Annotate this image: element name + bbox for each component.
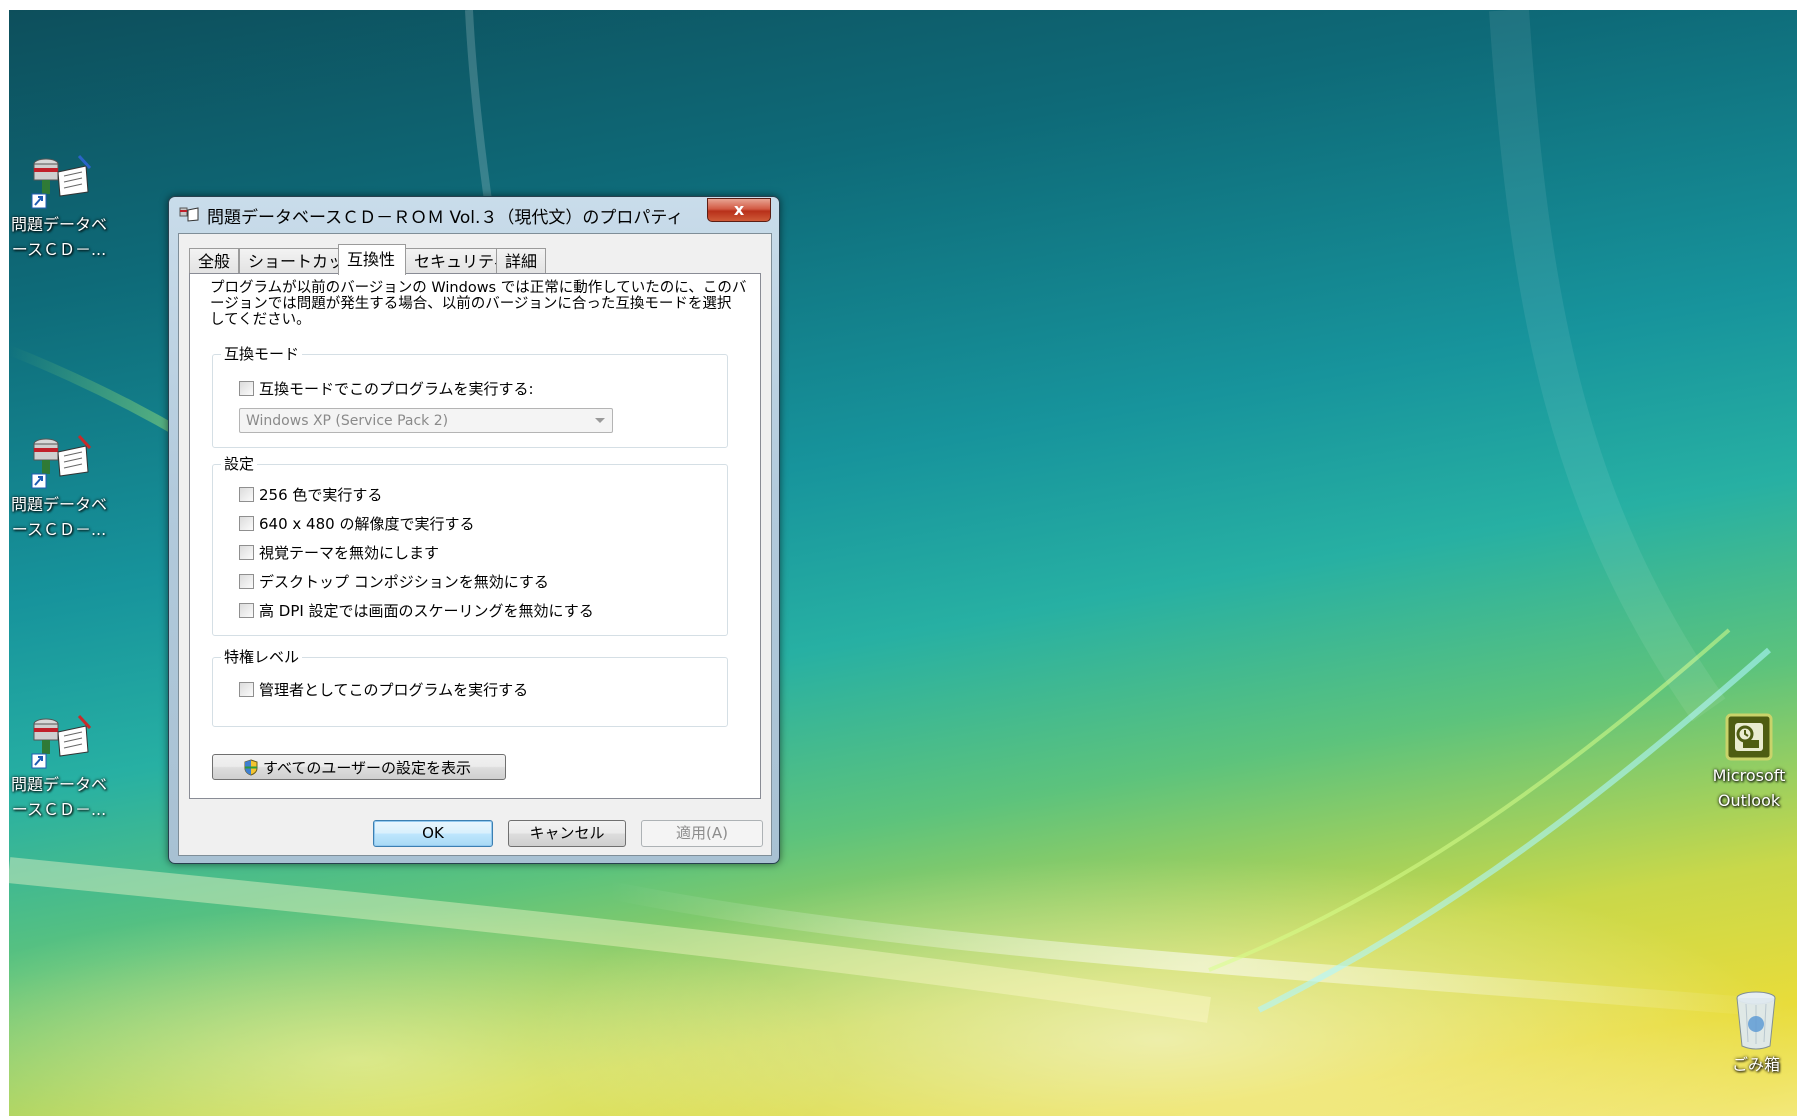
shield-icon: [244, 759, 258, 776]
recycle-bin-icon: [1736, 991, 1776, 1050]
setting-option-640x480[interactable]: 640 x 480 の解像度で実行する: [239, 514, 474, 534]
description-line-1: プログラムが以前のバージョンの Windows では正常に動作していたのに、この…: [210, 280, 747, 296]
setting-option-256-colors[interactable]: 256 色で実行する: [239, 485, 382, 505]
desktop-recycle-bin[interactable]: ごみ箱: [1711, 990, 1797, 1077]
desktop-shortcut-2[interactable]: 問題データベ ースＣＤ－...: [9, 430, 115, 542]
tab-details-label: 詳細: [505, 252, 538, 271]
desktop-shortcut-1[interactable]: 問題データベ ースＣＤ－...: [9, 150, 115, 262]
tab-compatibility[interactable]: 互換性: [338, 244, 406, 275]
cancel-button[interactable]: キャンセル: [508, 820, 626, 847]
compat-mode-option[interactable]: 互換モードでこのプログラムを実行する:: [239, 379, 534, 399]
setting-option-label: 高 DPI 設定では画面のスケーリングを無効にする: [259, 602, 594, 620]
setting-option-label: 256 色で実行する: [259, 486, 383, 504]
compat-mode-checkbox-label: 互換モードでこのプログラムを実行する:: [259, 380, 534, 398]
setting-option-label: 視覚テーマを無効にします: [259, 544, 440, 562]
database-app-icon: [31, 714, 92, 769]
checkbox[interactable]: [239, 487, 254, 502]
setting-option-label: デスクトップ コンポジションを無効にする: [259, 573, 549, 591]
apply-button[interactable]: 適用(A): [641, 820, 763, 847]
desktop: 問題データベ ースＣＤ－... 問題データベ ースＣＤ－... 問題データベ ー…: [9, 10, 1797, 1116]
setting-option-disable-composition[interactable]: デスクトップ コンポジションを無効にする: [239, 572, 549, 592]
tab-compatibility-label: 互換性: [347, 250, 396, 269]
compatibility-description: プログラムが以前のバージョンの Windows では正常に動作していたのに、この…: [210, 280, 750, 328]
setting-option-disable-dpi-scaling[interactable]: 高 DPI 設定では画面のスケーリングを無効にする: [239, 601, 594, 621]
compat-mode-checkbox[interactable]: [239, 381, 254, 396]
chevron-down-icon: [595, 418, 605, 423]
show-all-users-settings-label: すべてのユーザーの設定を表示: [263, 759, 472, 777]
ok-button[interactable]: OK: [373, 820, 493, 847]
desktop-shortcut-2-label-line2: ースＣＤ－...: [11, 520, 107, 539]
checkbox[interactable]: [239, 516, 254, 531]
desktop-shortcut-3[interactable]: 問題データベ ースＣＤ－...: [9, 710, 115, 822]
desktop-shortcut-1-label-line1: 問題データベ: [10, 215, 107, 234]
checkbox[interactable]: [239, 603, 254, 618]
run-as-admin-checkbox[interactable]: [239, 682, 254, 697]
run-as-admin-label: 管理者としてこのプログラムを実行する: [259, 681, 529, 699]
compat-mode-legend: 互換モード: [221, 344, 303, 364]
recycle-bin-label: ごみ箱: [1731, 1055, 1780, 1074]
privilege-level-legend: 特権レベル: [221, 647, 303, 667]
ok-button-label: OK: [422, 824, 444, 842]
close-icon: x: [733, 200, 745, 219]
tab-details[interactable]: 詳細: [496, 248, 546, 274]
desktop-outlook[interactable]: Microsoft Outlook: [1699, 713, 1797, 813]
desktop-shortcut-2-label-line1: 問題データベ: [10, 495, 107, 514]
outlook-label-line1: Microsoft: [1712, 766, 1786, 785]
compat-os-select-value: Windows XP (Service Pack 2): [246, 413, 449, 429]
dialog-title: 問題データベースＣＤ－ＲＯＭ Vol.３（現代文）のプロパティ: [207, 208, 684, 228]
dialog-client-area: 全般 ショートカット 互換性 セキュリティ 詳細 プログラムが以前のバージョンの…: [178, 233, 772, 856]
checkbox[interactable]: [239, 574, 254, 589]
settings-legend: 設定: [221, 454, 258, 474]
properties-dialog: 問題データベースＣＤ－ＲＯＭ Vol.３（現代文）のプロパティ x 全般 ショー…: [168, 196, 780, 864]
compat-mode-group: 互換モード 互換モードでこのプログラムを実行する: Windows XP (Se…: [212, 344, 728, 448]
privilege-level-group: 特権レベル 管理者としてこのプログラムを実行する: [212, 647, 728, 727]
dialog-titlebar[interactable]: 問題データベースＣＤ－ＲＯＭ Vol.３（現代文）のプロパティ x: [169, 197, 779, 231]
tab-general-label: 全般: [198, 252, 231, 271]
checkbox[interactable]: [239, 545, 254, 560]
tab-general[interactable]: 全般: [189, 248, 239, 274]
desktop-shortcut-1-label-line2: ースＣＤ－...: [11, 240, 107, 259]
description-line-3: してください。: [210, 312, 311, 328]
cancel-button-label: キャンセル: [529, 824, 605, 842]
outlook-label-line2: Outlook: [1717, 791, 1781, 810]
database-app-icon: [31, 154, 92, 209]
desktop-shortcut-3-label-line1: 問題データベ: [10, 775, 107, 794]
database-app-icon: [31, 434, 92, 489]
settings-group: 設定 256 色で実行する 640 x 480 の解像度で実行する 視覚テーマを…: [212, 454, 728, 636]
setting-option-label: 640 x 480 の解像度で実行する: [259, 515, 475, 533]
show-all-users-settings-button[interactable]: すべてのユーザーの設定を表示: [212, 754, 506, 780]
tab-shortcut[interactable]: ショートカット: [239, 248, 360, 274]
tab-security-label: セキュリティ: [414, 252, 510, 271]
description-line-2: ージョンでは問題が発生する場合、以前のバージョンに合った互換モードを選択: [210, 296, 732, 312]
close-button[interactable]: x: [707, 198, 771, 222]
outlook-icon: [1725, 713, 1773, 761]
run-as-admin-option[interactable]: 管理者としてこのプログラムを実行する: [239, 680, 528, 700]
compatibility-tab-panel: プログラムが以前のバージョンの Windows では正常に動作していたのに、この…: [189, 273, 761, 799]
apply-button-label: 適用(A): [676, 824, 728, 842]
setting-option-disable-visual-themes[interactable]: 視覚テーマを無効にします: [239, 543, 439, 563]
app-title-icon: [179, 207, 199, 222]
desktop-shortcut-3-label-line2: ースＣＤ－...: [11, 800, 107, 819]
tab-security[interactable]: セキュリティ: [405, 248, 509, 274]
compat-os-select[interactable]: Windows XP (Service Pack 2): [239, 408, 613, 433]
